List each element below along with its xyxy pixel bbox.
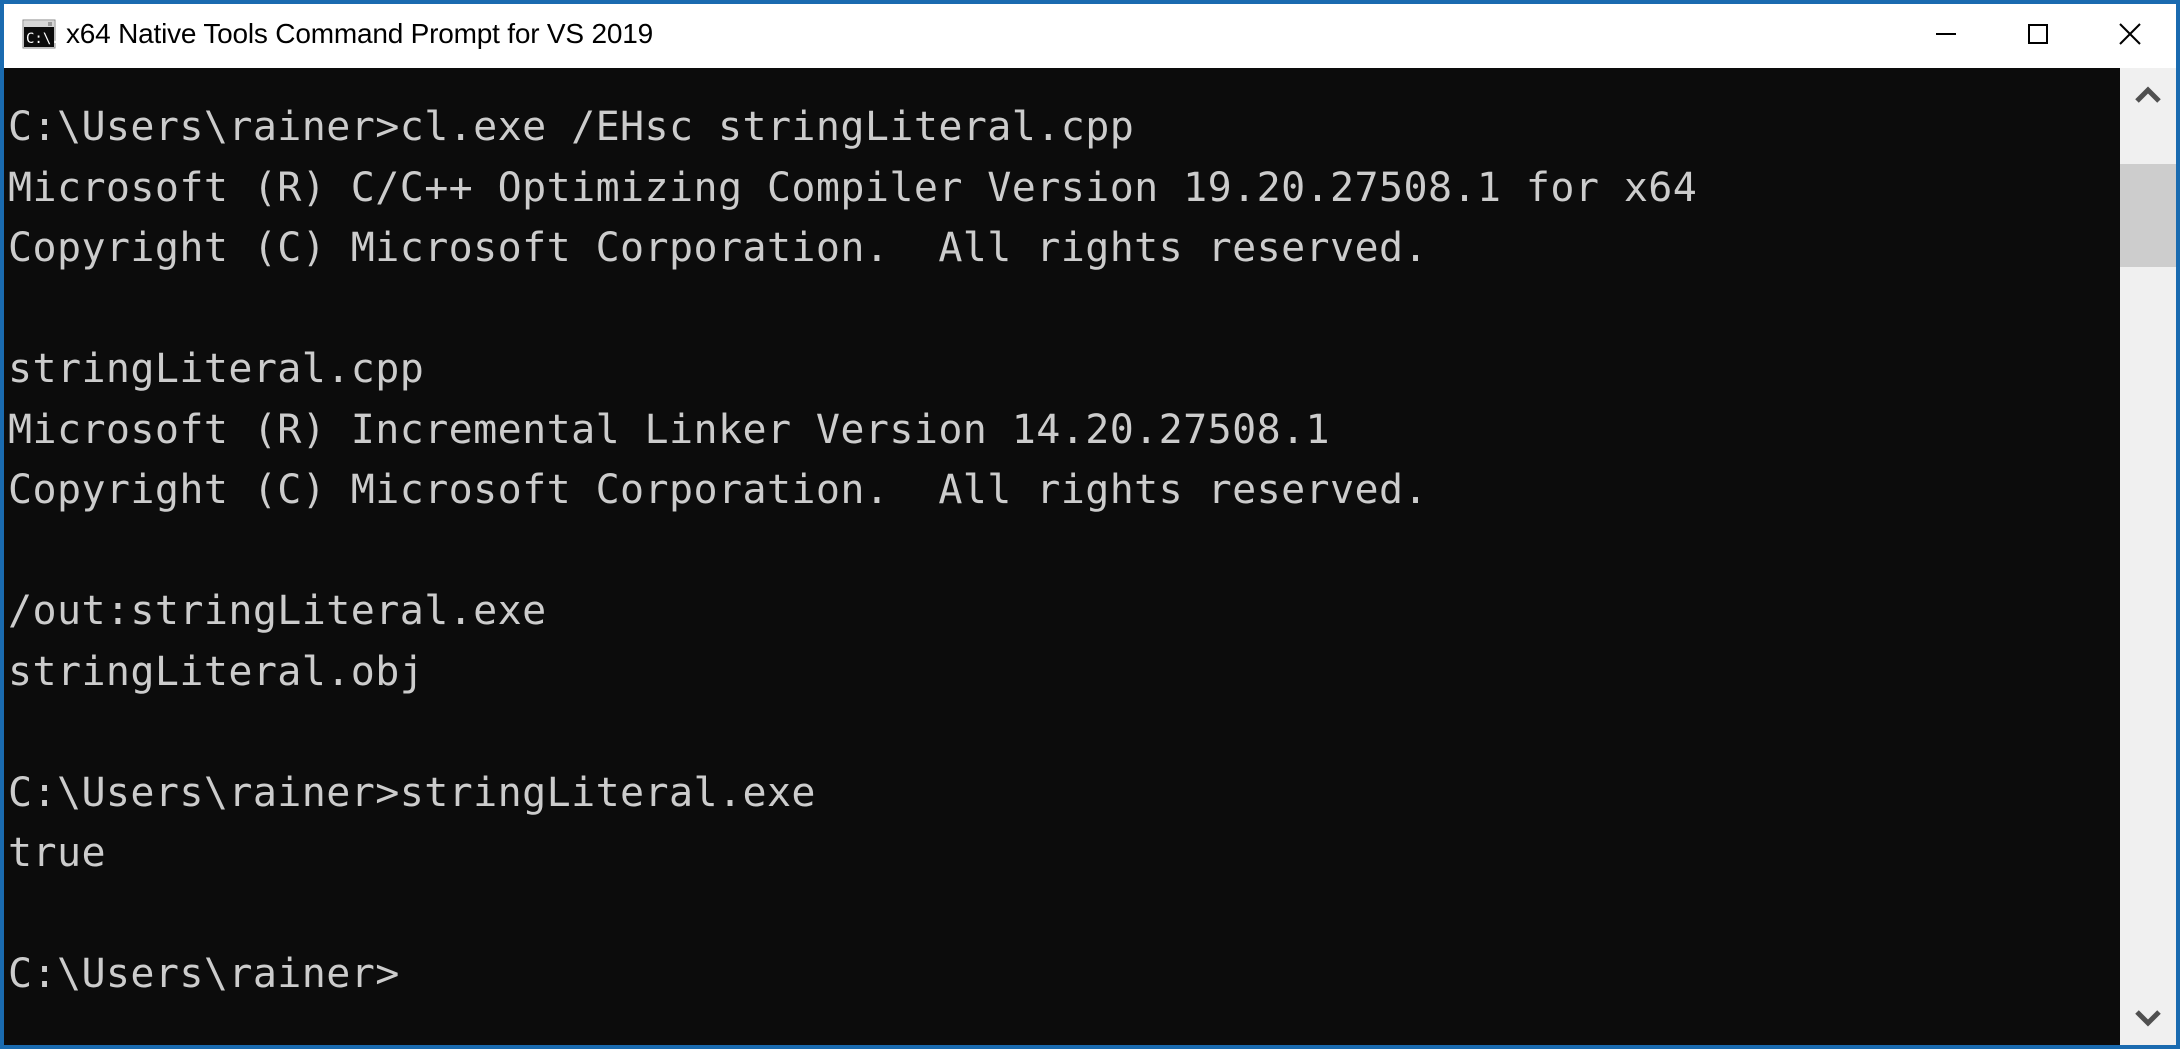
close-icon — [2119, 23, 2141, 45]
scroll-down-button[interactable] — [2120, 989, 2176, 1045]
window-controls — [1900, 0, 2176, 68]
console-line: Copyright (C) Microsoft Corporation. All… — [8, 225, 1428, 271]
console-area: C:\Users\rainer>cl.exe /EHsc stringLiter… — [4, 68, 2176, 1045]
console-line: Copyright (C) Microsoft Corporation. All… — [8, 467, 1428, 513]
maximize-button[interactable] — [1992, 0, 2084, 68]
console-line: /out:stringLiteral.exe — [8, 588, 547, 634]
command-prompt-window: C:\. x64 Native Tools Command Prompt for… — [0, 0, 2180, 1049]
svg-text:C:\.: C:\. — [26, 31, 56, 47]
console-line: true — [8, 830, 106, 876]
close-button[interactable] — [2084, 0, 2176, 68]
window-top-border — [4, 0, 2176, 4]
title-bar-left: C:\. x64 Native Tools Command Prompt for… — [22, 0, 1900, 68]
chevron-down-icon — [2135, 1010, 2161, 1027]
minimize-button[interactable] — [1900, 0, 1992, 68]
chevron-up-icon — [2135, 86, 2161, 103]
title-bar[interactable]: C:\. x64 Native Tools Command Prompt for… — [4, 0, 2176, 68]
console-line: C:\Users\rainer>stringLiteral.exe — [8, 769, 816, 816]
scroll-up-button[interactable] — [2120, 68, 2176, 124]
scrollbar-track[interactable] — [2120, 124, 2176, 989]
cmd-console-icon[interactable]: C:\. — [22, 17, 60, 51]
console-line: stringLiteral.obj — [8, 648, 425, 695]
window-title: x64 Native Tools Command Prompt for VS 2… — [66, 18, 653, 49]
vertical-scrollbar[interactable] — [2120, 68, 2176, 1045]
console-line: C:\Users\rainer>cl.exe /EHsc stringLiter… — [8, 104, 1135, 150]
console-line: stringLiteral.cpp — [8, 346, 425, 392]
scrollbar-thumb[interactable] — [2120, 164, 2176, 267]
console-line: C:\Users\rainer> — [8, 951, 400, 997]
minimize-icon — [1936, 33, 1956, 35]
console-output[interactable]: C:\Users\rainer>cl.exe /EHsc stringLiter… — [4, 68, 2120, 1045]
maximize-icon — [2028, 24, 2048, 44]
console-line: Microsoft (R) C/C++ Optimizing Compiler … — [8, 164, 1698, 211]
console-line: Microsoft (R) Incremental Linker Version… — [8, 406, 1331, 453]
